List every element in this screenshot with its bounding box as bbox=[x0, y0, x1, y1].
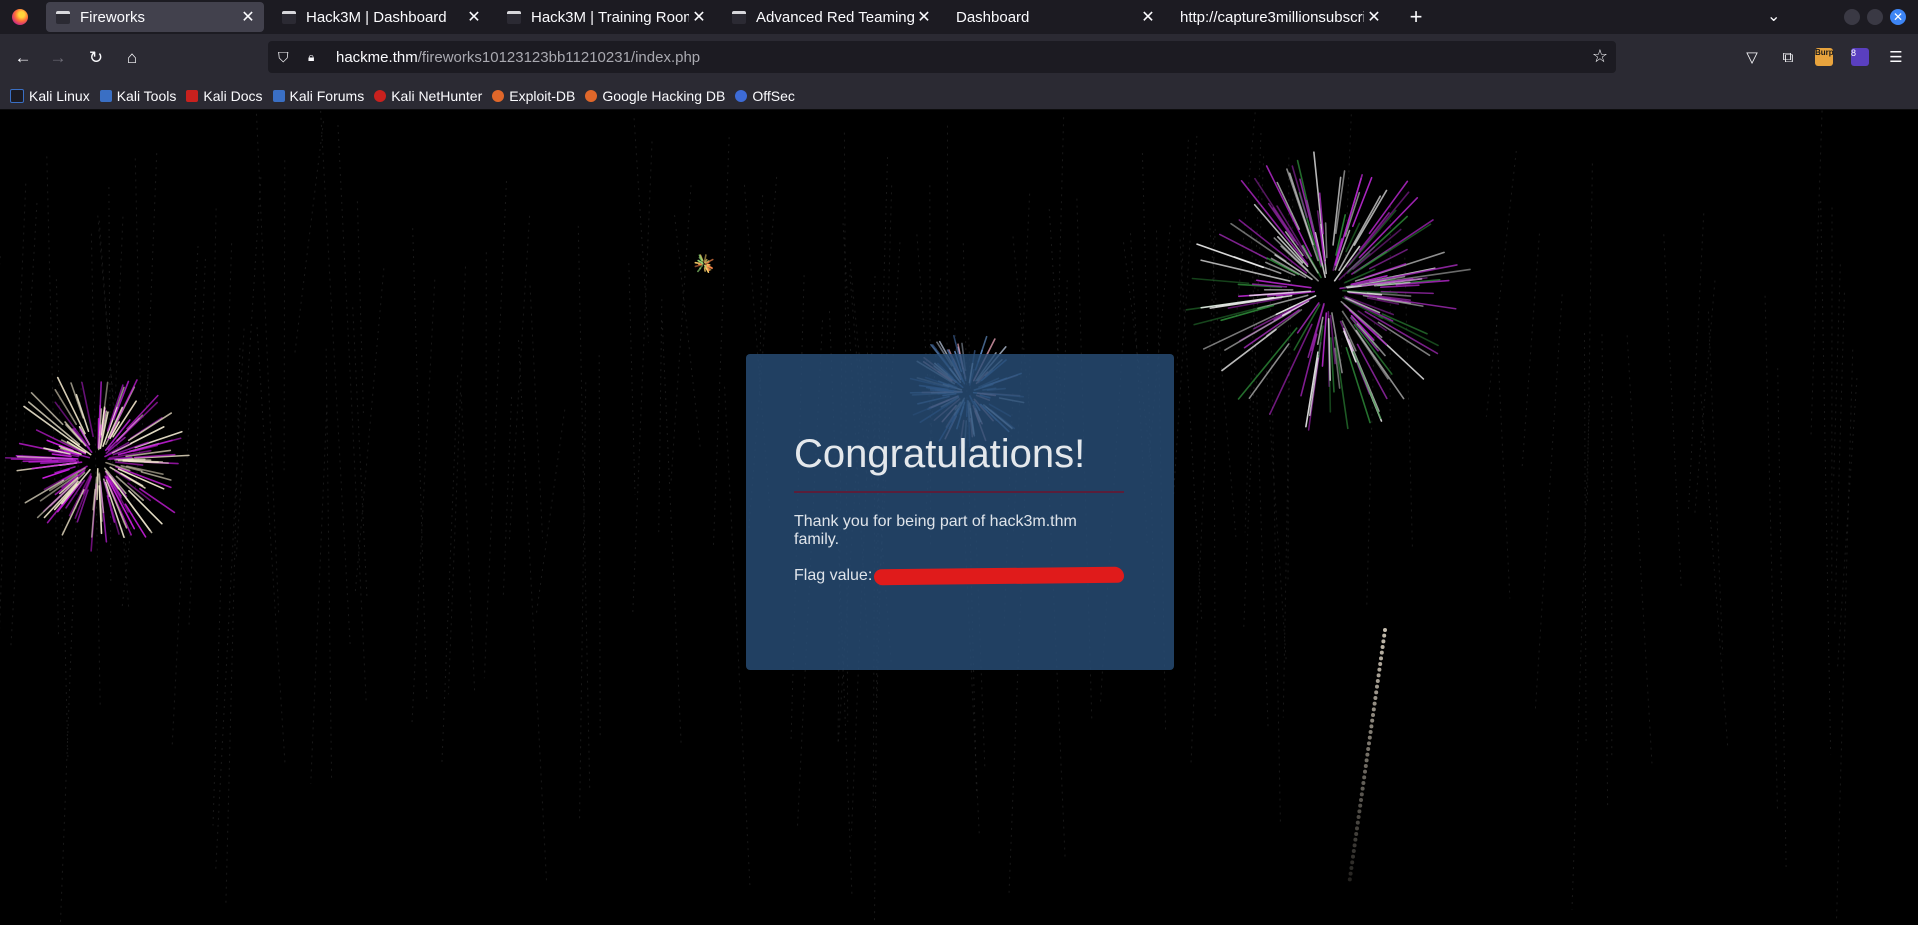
list-all-tabs-chevron-icon[interactable]: ⌄ bbox=[1767, 6, 1780, 26]
firefox-menu-icon[interactable] bbox=[0, 0, 40, 34]
tab-title: Hack3M | Dashboard bbox=[306, 8, 447, 26]
tab-capture3millionsubscribers[interactable]: http://capture3millionsubscri ✕ bbox=[1170, 2, 1390, 32]
close-tab-icon[interactable]: ✕ bbox=[914, 7, 934, 27]
bookmark-label: Kali Tools bbox=[116, 87, 177, 104]
purple-extension-icon[interactable]: 8 bbox=[1849, 46, 1871, 68]
ghdb-icon bbox=[585, 89, 598, 102]
site-info-lock-icon[interactable]: 🔒︎ bbox=[308, 50, 322, 65]
tab-title: Dashboard bbox=[956, 8, 1030, 26]
close-tab-icon[interactable]: ✕ bbox=[1364, 7, 1384, 27]
close-tab-icon[interactable]: ✕ bbox=[464, 7, 484, 27]
pocket-icon[interactable]: ▽ bbox=[1741, 46, 1763, 68]
flag-label: Flag value: bbox=[794, 567, 873, 584]
tab-bar: Fireworks ✕ Hack3M | Dashboard ✕ Hack3M … bbox=[0, 0, 1918, 34]
bookmark-star-icon[interactable]: ☆ bbox=[1592, 46, 1608, 67]
burp-extension-icon[interactable]: Burp bbox=[1813, 46, 1835, 68]
extension-badge: 8 bbox=[1851, 48, 1869, 66]
bookmark-kali-forums[interactable]: Kali Forums bbox=[272, 87, 365, 104]
bookmark-exploit-db[interactable]: Exploit-DB bbox=[492, 88, 575, 104]
bookmark-kali-nethunter[interactable]: Kali NetHunter bbox=[374, 88, 482, 104]
bookmarks-toolbar: Kali Linux Kali Tools Kali Docs Kali For… bbox=[0, 82, 1918, 110]
tab-favicon-icon bbox=[282, 10, 296, 24]
offsec-icon bbox=[735, 89, 748, 102]
tab-title: Fireworks bbox=[80, 8, 146, 26]
home-icon[interactable]: ⌂ bbox=[120, 46, 144, 70]
flag-redaction-mark bbox=[874, 566, 1125, 586]
close-tab-icon[interactable]: ✕ bbox=[1138, 7, 1158, 27]
bookmark-label: Kali Linux bbox=[29, 87, 90, 104]
tab-hack3m-dashboard[interactable]: Hack3M | Dashboard ✕ bbox=[272, 2, 490, 32]
page-content: Congratulations! Thank you for being par… bbox=[0, 110, 1918, 925]
bookmark-kali-tools[interactable]: Kali Tools bbox=[99, 87, 177, 104]
tab-title: http://capture3millionsubscri bbox=[1180, 8, 1364, 26]
minimize-window-button[interactable] bbox=[1844, 9, 1860, 25]
flag-row: Flag value: bbox=[794, 566, 1126, 586]
nethunter-icon bbox=[374, 89, 387, 102]
maximize-window-button[interactable] bbox=[1867, 9, 1883, 25]
kali-tools-icon bbox=[99, 89, 112, 102]
firework-burst-right bbox=[1185, 151, 1471, 431]
tab-hack3m-training-room[interactable]: Hack3M | Training Room ✕ bbox=[497, 2, 715, 32]
congratulations-card: Congratulations! Thank you for being par… bbox=[746, 354, 1174, 670]
tracking-protection-shield-icon[interactable]: ⛉ bbox=[278, 49, 294, 66]
tab-favicon-icon bbox=[507, 10, 521, 24]
bookmark-google-hacking-db[interactable]: Google Hacking DB bbox=[585, 88, 725, 104]
back-arrow-icon[interactable]: ← bbox=[11, 46, 35, 70]
firework-rising-trail bbox=[1347, 628, 1387, 882]
url-host: hackme.thm bbox=[336, 48, 418, 66]
firework-burst-left bbox=[4, 376, 190, 552]
close-tab-icon[interactable]: ✕ bbox=[689, 7, 709, 27]
firework-spark-small bbox=[694, 254, 714, 273]
tab-dashboard[interactable]: Dashboard ✕ bbox=[946, 2, 1164, 32]
bookmark-kali-docs[interactable]: Kali Docs bbox=[186, 87, 263, 104]
tab-title: Hack3M | Training Room bbox=[531, 8, 689, 26]
bookmark-label: OffSec bbox=[752, 87, 795, 104]
bookmark-label: Kali Forums bbox=[289, 87, 365, 104]
new-tab-button[interactable]: + bbox=[1404, 4, 1428, 30]
exploit-db-icon bbox=[492, 89, 505, 102]
tab-advanced-red-teaming[interactable]: Advanced Red Teaming ✕ bbox=[722, 2, 940, 32]
url-bar[interactable]: ⛉ 🔒︎ hackme.thm/fireworks10123123bb11210… bbox=[268, 41, 1616, 73]
tab-fireworks[interactable]: Fireworks ✕ bbox=[46, 2, 264, 32]
url-text[interactable]: hackme.thm/fireworks10123123bb11210231/i… bbox=[336, 49, 700, 66]
bookmark-label: Exploit-DB bbox=[509, 87, 576, 104]
extensions-puzzle-icon[interactable]: ⧉ bbox=[1777, 46, 1799, 68]
close-window-button[interactable]: ✕ bbox=[1890, 9, 1906, 25]
forward-arrow-icon[interactable]: → bbox=[46, 46, 70, 70]
card-message: Thank you for being part of hack3m.thm f… bbox=[794, 513, 1077, 548]
card-heading: Congratulations! bbox=[794, 432, 1124, 493]
kali-dragon-icon bbox=[10, 88, 24, 103]
bookmark-label: Google Hacking DB bbox=[602, 87, 726, 104]
close-tab-icon[interactable]: ✕ bbox=[238, 7, 258, 27]
burp-label: Burp bbox=[1815, 48, 1834, 66]
kali-forums-icon bbox=[272, 89, 285, 102]
app-menu-hamburger-icon[interactable]: ☰ bbox=[1885, 46, 1907, 68]
navigation-toolbar: ← → ↻ ⌂ ⛉ 🔒︎ hackme.thm/fireworks1012312… bbox=[0, 34, 1918, 82]
tab-title: Advanced Red Teaming bbox=[756, 8, 914, 26]
tab-favicon-icon bbox=[56, 10, 70, 24]
bookmark-label: Kali NetHunter bbox=[391, 87, 483, 104]
bookmark-label: Kali Docs bbox=[203, 87, 263, 104]
bookmark-offsec[interactable]: OffSec bbox=[735, 88, 795, 104]
reload-icon[interactable]: ↻ bbox=[84, 46, 108, 70]
kali-docs-icon bbox=[186, 89, 199, 102]
bookmark-kali-linux[interactable]: Kali Linux bbox=[10, 88, 90, 104]
url-path: /fireworks10123123bb11210231/index.php bbox=[417, 48, 701, 66]
tab-favicon-icon bbox=[732, 10, 746, 24]
